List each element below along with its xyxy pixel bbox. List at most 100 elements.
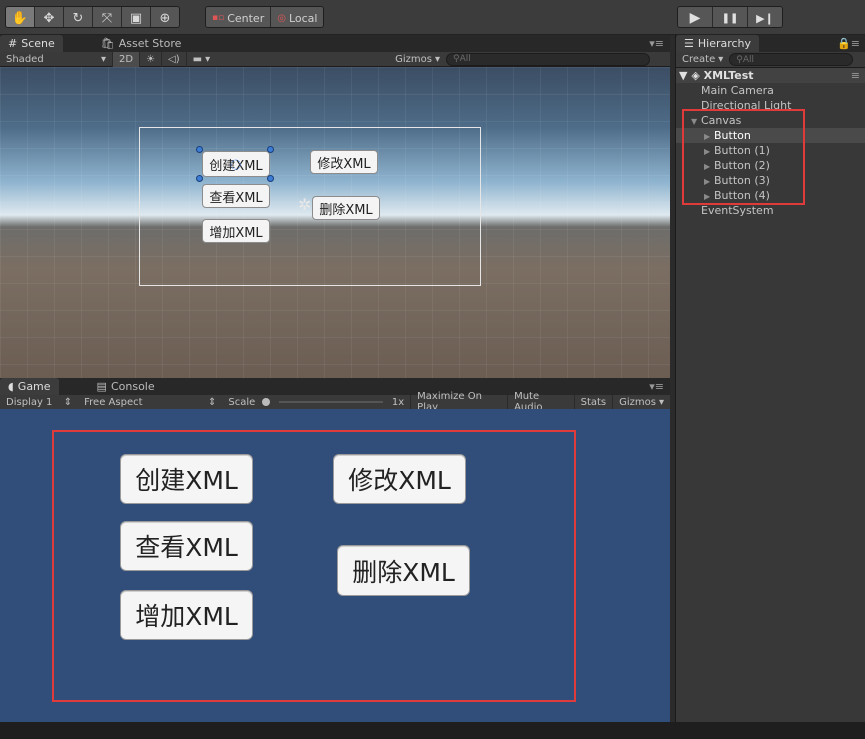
- game-control-bar: Display 1 ⇕ Free Aspect ⇕ Scale 1x Maxim…: [0, 391, 670, 413]
- scene-add-button[interactable]: 增加XML: [202, 219, 270, 243]
- scene-view-button[interactable]: 查看XML: [202, 184, 270, 208]
- pause-icon: ❚❚: [721, 12, 739, 24]
- pause-button[interactable]: ❚❚: [713, 7, 748, 27]
- audio-icon: ◁): [168, 53, 180, 65]
- step-button[interactable]: ▶❙: [748, 7, 782, 27]
- scene-gizmos-dropdown[interactable]: Gizmos ▾: [389, 52, 446, 67]
- scene-viewport[interactable]: 创建XML ◌ 修改XML 查看XML ✲ 删除XML 增加XML: [0, 67, 670, 378]
- chevron-down-icon: ▾: [100, 53, 106, 65]
- event-system-gizmo-icon: ✲: [298, 195, 312, 214]
- game-create-button[interactable]: 创建XML: [120, 454, 253, 504]
- pivot-space-button[interactable]: ◎ Local: [271, 7, 324, 27]
- stats-toggle[interactable]: Stats: [573, 394, 613, 410]
- selection-handle[interactable]: [267, 175, 274, 182]
- selection-handle[interactable]: [267, 146, 274, 153]
- hand-icon: ✋: [11, 10, 29, 26]
- create-label: Create: [682, 54, 716, 65]
- tab-console[interactable]: ▤ Console: [89, 378, 163, 395]
- chevron-updown-icon: ⇕: [63, 396, 73, 408]
- tab-scene[interactable]: # Scene: [0, 35, 63, 52]
- pivot-toggles: ▪▫ Center ◎ Local: [205, 6, 325, 28]
- hierarchy-create-dropdown[interactable]: Create ▾: [676, 52, 729, 67]
- scene-root-row[interactable]: ▼ ◈ XMLTest ≡: [676, 68, 865, 83]
- panel-menu-icon[interactable]: ▾≡: [649, 380, 664, 393]
- pivot-marker-icon[interactable]: ◌: [230, 157, 241, 172]
- tab-hierarchy-label: Hierarchy: [697, 37, 752, 50]
- game-controller-icon: ◖: [8, 380, 14, 393]
- space-label: Local: [288, 11, 318, 25]
- hierarchy-item[interactable]: Main Camera: [676, 83, 865, 98]
- scene-delete-button[interactable]: 删除XML: [312, 196, 380, 220]
- shading-dropdown[interactable]: Shaded ▾: [0, 52, 112, 67]
- tab-asset-store-label: Asset Store: [118, 37, 182, 50]
- scale-tool-button[interactable]: ⤧: [93, 7, 122, 27]
- shading-label: Shaded: [6, 53, 44, 65]
- tab-game[interactable]: ◖ Game: [0, 378, 59, 395]
- selection-handle[interactable]: [196, 175, 203, 182]
- pivot-center-button[interactable]: ▪▫ Center: [206, 7, 272, 27]
- scene-delete-label: 删除XML: [319, 202, 373, 218]
- game-modify-button[interactable]: 修改XML: [333, 454, 466, 504]
- effects-dropdown[interactable]: ▬ ▾: [185, 51, 216, 67]
- game-add-button[interactable]: 增加XML: [120, 590, 253, 640]
- display-label: Display 1: [6, 396, 53, 408]
- scene-search-input[interactable]: ⚲ All: [446, 52, 650, 66]
- scene-menu-icon[interactable]: ≡: [851, 68, 860, 83]
- game-viewport[interactable]: 创建XML 修改XML 查看XML 删除XML 增加XML: [0, 409, 670, 722]
- tab-asset-store[interactable]: 🛍 Asset Store: [93, 35, 190, 52]
- chevron-down-icon: ▾: [434, 53, 440, 65]
- collapse-arrow-icon[interactable]: ▼: [679, 69, 687, 82]
- console-icon: ▤: [96, 380, 107, 393]
- highlight-outline: [682, 109, 805, 205]
- tab-game-label: Game: [17, 380, 51, 393]
- scene-modify-button[interactable]: 修改XML: [310, 150, 378, 174]
- transform-icon: ⊕: [159, 10, 171, 26]
- scene-grid-icon: #: [8, 37, 18, 50]
- transform-tool-button[interactable]: ⊕: [151, 7, 179, 27]
- hand-tool-button[interactable]: ✋: [6, 7, 35, 27]
- pivot-label: Center: [227, 11, 265, 25]
- rect-tool-button[interactable]: ▣: [122, 7, 151, 27]
- main-toolbar: ✋ ✥ ↻ ⤧ ▣ ⊕ ▪▫ Center ◎ Local ▶ ❚❚ ▶❙: [0, 0, 865, 35]
- slider-thumb[interactable]: [262, 398, 271, 406]
- game-delete-button[interactable]: 删除XML: [337, 545, 470, 596]
- local-space-icon: ◎: [277, 12, 286, 24]
- aspect-dropdown[interactable]: Free Aspect ⇕: [78, 395, 222, 410]
- maximize-on-play-toggle[interactable]: Maximize On Play: [410, 391, 507, 413]
- scale-slider[interactable]: Scale 1x: [222, 395, 410, 410]
- rotate-tool-button[interactable]: ↻: [64, 7, 93, 27]
- play-icon: ▶: [689, 10, 701, 26]
- pivot-icon: ▪▫: [212, 13, 225, 23]
- scale-label: Scale: [228, 396, 256, 408]
- sun-icon: ☀: [146, 53, 156, 65]
- move-tool-button[interactable]: ✥: [35, 7, 64, 27]
- scene-root-label: XMLTest: [703, 69, 754, 82]
- lighting-toggle[interactable]: ☀: [139, 51, 161, 67]
- slider-track[interactable]: [279, 401, 383, 403]
- display-dropdown[interactable]: Display 1 ⇕: [0, 395, 78, 410]
- tab-console-label: Console: [110, 380, 155, 393]
- audio-toggle[interactable]: ◁): [161, 51, 186, 67]
- scale-icon: ⤧: [101, 10, 113, 26]
- lock-icon[interactable]: 🔒≡: [837, 37, 860, 50]
- game-create-label: 创建XML: [135, 466, 238, 495]
- rect-tool-icon: ▣: [129, 10, 143, 26]
- panel-menu-icon[interactable]: ▾≡: [649, 37, 664, 50]
- chevron-updown-icon: ⇕: [208, 396, 217, 408]
- mode-2d-toggle[interactable]: 2D: [112, 51, 140, 67]
- list-icon: ☰: [684, 37, 694, 50]
- chevron-down-icon: ▾: [718, 54, 724, 65]
- image-icon: ▬: [192, 53, 203, 65]
- hierarchy-item[interactable]: EventSystem: [676, 203, 865, 218]
- scale-value: 1x: [391, 396, 405, 408]
- hierarchy-search-input[interactable]: ⚲ All: [729, 53, 854, 66]
- store-bag-icon: 🛍: [100, 37, 115, 50]
- selection-handle[interactable]: [196, 146, 203, 153]
- play-button[interactable]: ▶: [678, 7, 713, 27]
- tab-hierarchy[interactable]: ☰ Hierarchy: [676, 35, 760, 52]
- scene-view-label: 查看XML: [209, 190, 263, 206]
- playback-controls: ▶ ❚❚ ▶❙: [677, 6, 783, 28]
- game-view-button[interactable]: 查看XML: [120, 521, 253, 571]
- mute-audio-toggle[interactable]: Mute Audio: [507, 391, 574, 413]
- game-gizmos-dropdown[interactable]: Gizmos ▾: [612, 394, 670, 410]
